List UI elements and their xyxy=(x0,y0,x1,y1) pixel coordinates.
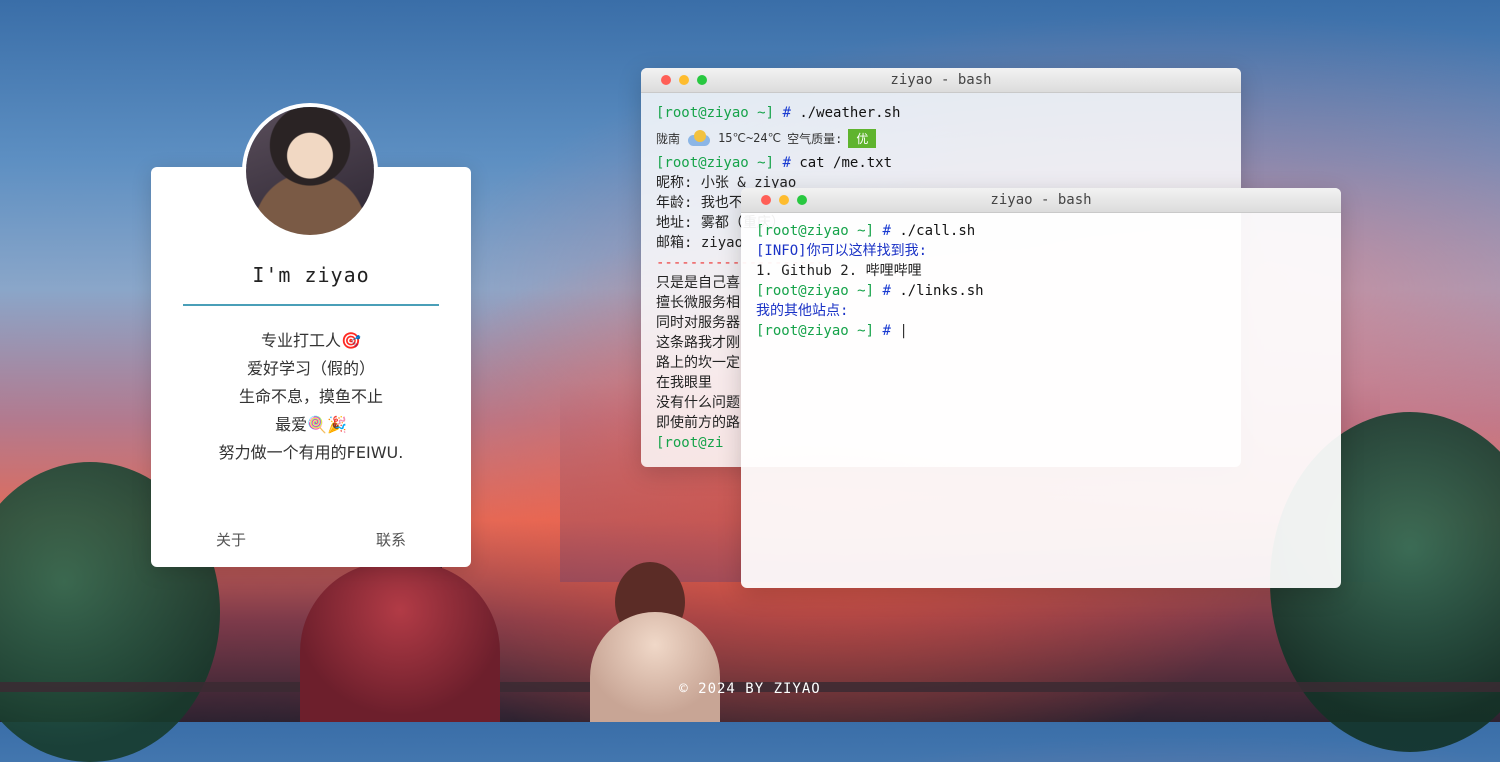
prompt-hash: # xyxy=(882,223,891,239)
links-label: 我的其他站点: xyxy=(756,303,849,319)
prompt-hash: # xyxy=(782,105,791,121)
command: ./weather.sh xyxy=(799,105,901,121)
prompt: [root@ziyao ~] xyxy=(756,323,875,339)
prompt-hash: # xyxy=(882,323,891,339)
info-message: [INFO]你可以这样找到我: xyxy=(756,243,928,259)
bio-line: 最爱🍭🎉 xyxy=(275,415,347,434)
person-left xyxy=(300,562,500,722)
minimize-icon[interactable] xyxy=(679,75,689,85)
text-cursor[interactable]: | xyxy=(899,323,907,339)
command: ./call.sh xyxy=(899,223,976,239)
prompt: [root@ziyao ~] xyxy=(756,223,875,239)
close-icon[interactable] xyxy=(761,195,771,205)
maximize-icon[interactable] xyxy=(697,75,707,85)
prompt-hash: # xyxy=(882,283,891,299)
close-icon[interactable] xyxy=(661,75,671,85)
maximize-icon[interactable] xyxy=(797,195,807,205)
card-nav: 关于 联系 xyxy=(151,529,471,550)
person-right xyxy=(590,612,720,722)
terminal-titlebar[interactable]: ziyao - bash xyxy=(641,68,1241,93)
terminal-title: ziyao - bash xyxy=(990,192,1092,208)
aqi-badge: 优 xyxy=(848,128,877,148)
weather-aqi-label: 空气质量: xyxy=(787,131,843,146)
prompt: [root@ziyao ~] xyxy=(756,283,875,299)
bio-line: 生命不息，摸鱼不止 xyxy=(238,387,383,406)
bio-line: 努力做一个有用的FEIWU. xyxy=(218,443,404,462)
prompt: [root@ziyao ~] xyxy=(656,105,775,121)
profile-name: I'm ziyao xyxy=(252,263,370,287)
profile-bio: 专业打工人🎯 爱好学习（假的） 生命不息，摸鱼不止 最爱🍭🎉 努力做一个有用的F… xyxy=(151,327,471,467)
bio-line: 爱好学习（假的） xyxy=(246,359,375,378)
bio-line: 专业打工人🎯 xyxy=(261,331,361,350)
weather-city: 陇南 xyxy=(656,131,681,146)
command: ./links.sh xyxy=(899,283,984,299)
weather-widget: 陇南 15℃~24℃ 空气质量: 优 xyxy=(656,123,1226,153)
divider xyxy=(183,304,439,306)
terminal-window-contact: ziyao - bash [root@ziyao ~] # ./call.sh … xyxy=(741,188,1341,588)
contact-list[interactable]: 1. Github 2. 哔哩哔哩 xyxy=(756,261,1326,281)
terminal-titlebar[interactable]: ziyao - bash xyxy=(741,188,1341,213)
terminal-title: ziyao - bash xyxy=(890,72,992,88)
terminal-body: [root@ziyao ~] # ./call.sh [INFO]你可以这样找到… xyxy=(741,213,1341,351)
prompt-hash: # xyxy=(782,155,791,171)
footer-copyright: © 2024 BY ZIYAO xyxy=(679,681,821,697)
nav-contact[interactable]: 联系 xyxy=(376,529,406,550)
cloud-sun-icon xyxy=(686,129,712,147)
command: cat /me.txt xyxy=(799,155,893,171)
avatar xyxy=(246,107,374,235)
weather-temp: 15℃~24℃ xyxy=(718,131,782,145)
prompt: [root@ziyao ~] xyxy=(656,155,775,171)
nav-about[interactable]: 关于 xyxy=(216,529,246,550)
minimize-icon[interactable] xyxy=(779,195,789,205)
